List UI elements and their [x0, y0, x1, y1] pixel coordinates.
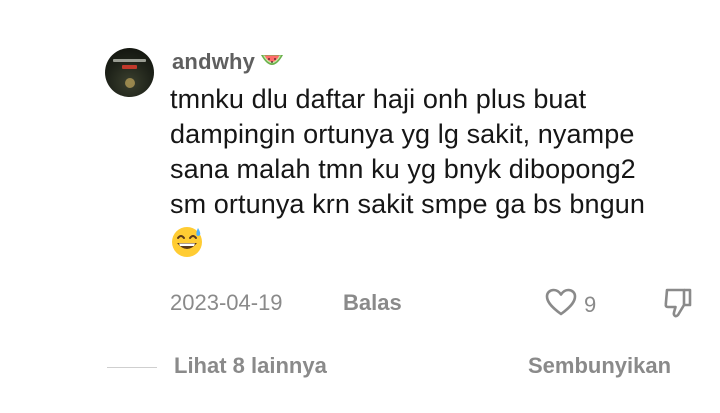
- dislike-button[interactable]: [662, 286, 694, 326]
- comment-text-line: sm ortunya krn sakit smpe ga bs bngun: [170, 189, 645, 219]
- watermelon-emoji-icon: [259, 51, 285, 73]
- comment-text: tmnku dlu daftar haji onh plus buat damp…: [170, 82, 705, 258]
- avatar-image-detail: [122, 65, 137, 69]
- view-more-replies-button[interactable]: Lihat 8 lainnya: [174, 353, 327, 379]
- replies-footer: Lihat 8 lainnya Sembunyikan: [0, 350, 720, 382]
- grinning-sweat-emoji-icon: [170, 224, 204, 258]
- comment-meta-row: 2023-04-19 Balas 9: [170, 286, 720, 320]
- comment-text-line: sana malah tmn ku yg bnyk dibopong2: [170, 154, 636, 184]
- avatar-image-detail: [113, 59, 146, 62]
- heart-outline-icon: [544, 286, 578, 324]
- like-button[interactable]: 9: [544, 286, 596, 324]
- avatar[interactable]: [105, 48, 154, 97]
- comment-username-row[interactable]: andwhy: [172, 47, 285, 77]
- comment-date: 2023-04-19: [170, 290, 283, 315]
- avatar-image-detail: [125, 78, 135, 88]
- thumbs-down-outline-icon: [662, 288, 694, 325]
- hide-replies-button[interactable]: Sembunyikan: [528, 353, 671, 379]
- comment-emoji-line: [170, 222, 705, 258]
- comment-text-line: dampingin ortunya yg lg sakit, nyampe: [170, 119, 635, 149]
- like-count: 9: [584, 292, 597, 317]
- reply-button[interactable]: Balas: [343, 290, 402, 316]
- comment-text-line: tmnku dlu daftar haji onh plus buat: [170, 84, 587, 114]
- divider: [107, 367, 157, 368]
- comment-username[interactable]: andwhy: [172, 47, 255, 77]
